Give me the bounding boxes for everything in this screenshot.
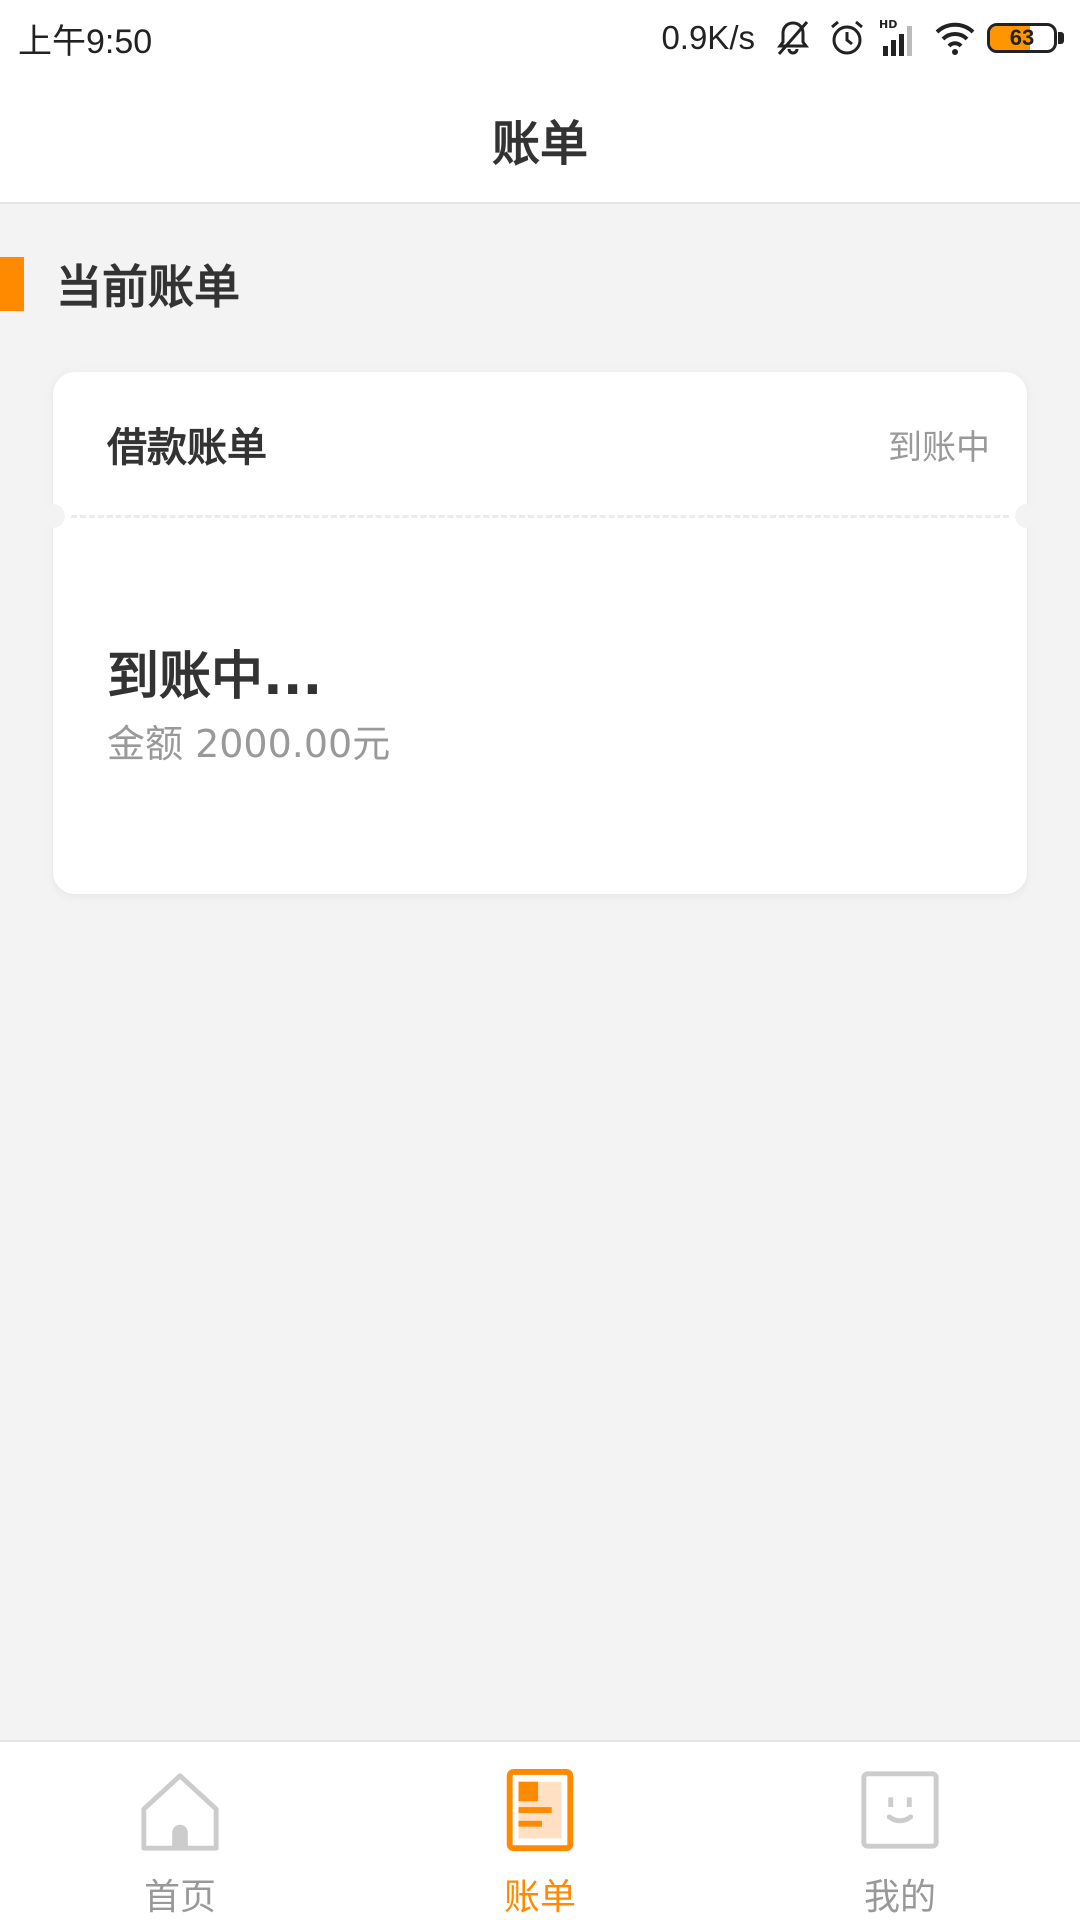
status-bar: 上午9:50 0.9K/s HD 63 xyxy=(0,0,1080,76)
bottom-nav: 首页 账单 我的 xyxy=(0,1740,1080,1920)
bill-status-tag: 到账中 xyxy=(888,427,990,468)
bill-icon xyxy=(506,1768,574,1852)
nav-item-bill[interactable]: 账单 xyxy=(360,1742,720,1920)
profile-icon xyxy=(861,1771,939,1849)
alarm-icon xyxy=(831,20,863,55)
svg-text:HD: HD xyxy=(879,18,897,31)
network-speed: 0.9K/s xyxy=(661,19,755,56)
battery: 63 xyxy=(987,23,1057,53)
nav-item-profile[interactable]: 我的 xyxy=(720,1742,1080,1920)
home-icon xyxy=(141,1773,219,1851)
battery-icon: 63 xyxy=(987,23,1064,53)
card-notch-left xyxy=(41,504,65,528)
bell-off-icon xyxy=(777,21,809,55)
section-title: 当前账单 xyxy=(56,260,240,314)
card-notch-right xyxy=(1015,504,1039,528)
bill-amount: 金额 2000.00元 xyxy=(107,722,391,766)
section-accent-bar xyxy=(0,257,24,311)
nav-label-home: 首页 xyxy=(143,1877,216,1918)
title-bar: 账单 xyxy=(0,76,1080,204)
section-header: 当前账单 xyxy=(0,256,600,314)
nav-label-bill: 账单 xyxy=(503,1877,576,1918)
bill-card[interactable]: 借款账单 到账中 到账中... 金额 2000.00元 xyxy=(41,372,1039,894)
bill-card-header: 借款账单 到账中 xyxy=(53,372,1027,516)
bill-main-status: 到账中... xyxy=(107,647,323,707)
status-time: 上午9:50 xyxy=(18,22,153,61)
nav-item-home[interactable]: 首页 xyxy=(0,1742,360,1920)
bill-card-body: 到账中... 金额 2000.00元 xyxy=(107,642,987,774)
nav-label-profile: 我的 xyxy=(863,1877,936,1918)
wifi-icon xyxy=(935,22,975,55)
bill-card-divider xyxy=(71,515,1009,518)
status-icons: 0.9K/s HD 63 xyxy=(661,16,1064,60)
page-title: 账单 xyxy=(491,116,588,172)
battery-tip xyxy=(1058,32,1064,44)
bill-card-title: 借款账单 xyxy=(107,425,267,471)
battery-label: 63 xyxy=(1009,25,1035,50)
hd-signal-icon: HD xyxy=(879,18,912,56)
